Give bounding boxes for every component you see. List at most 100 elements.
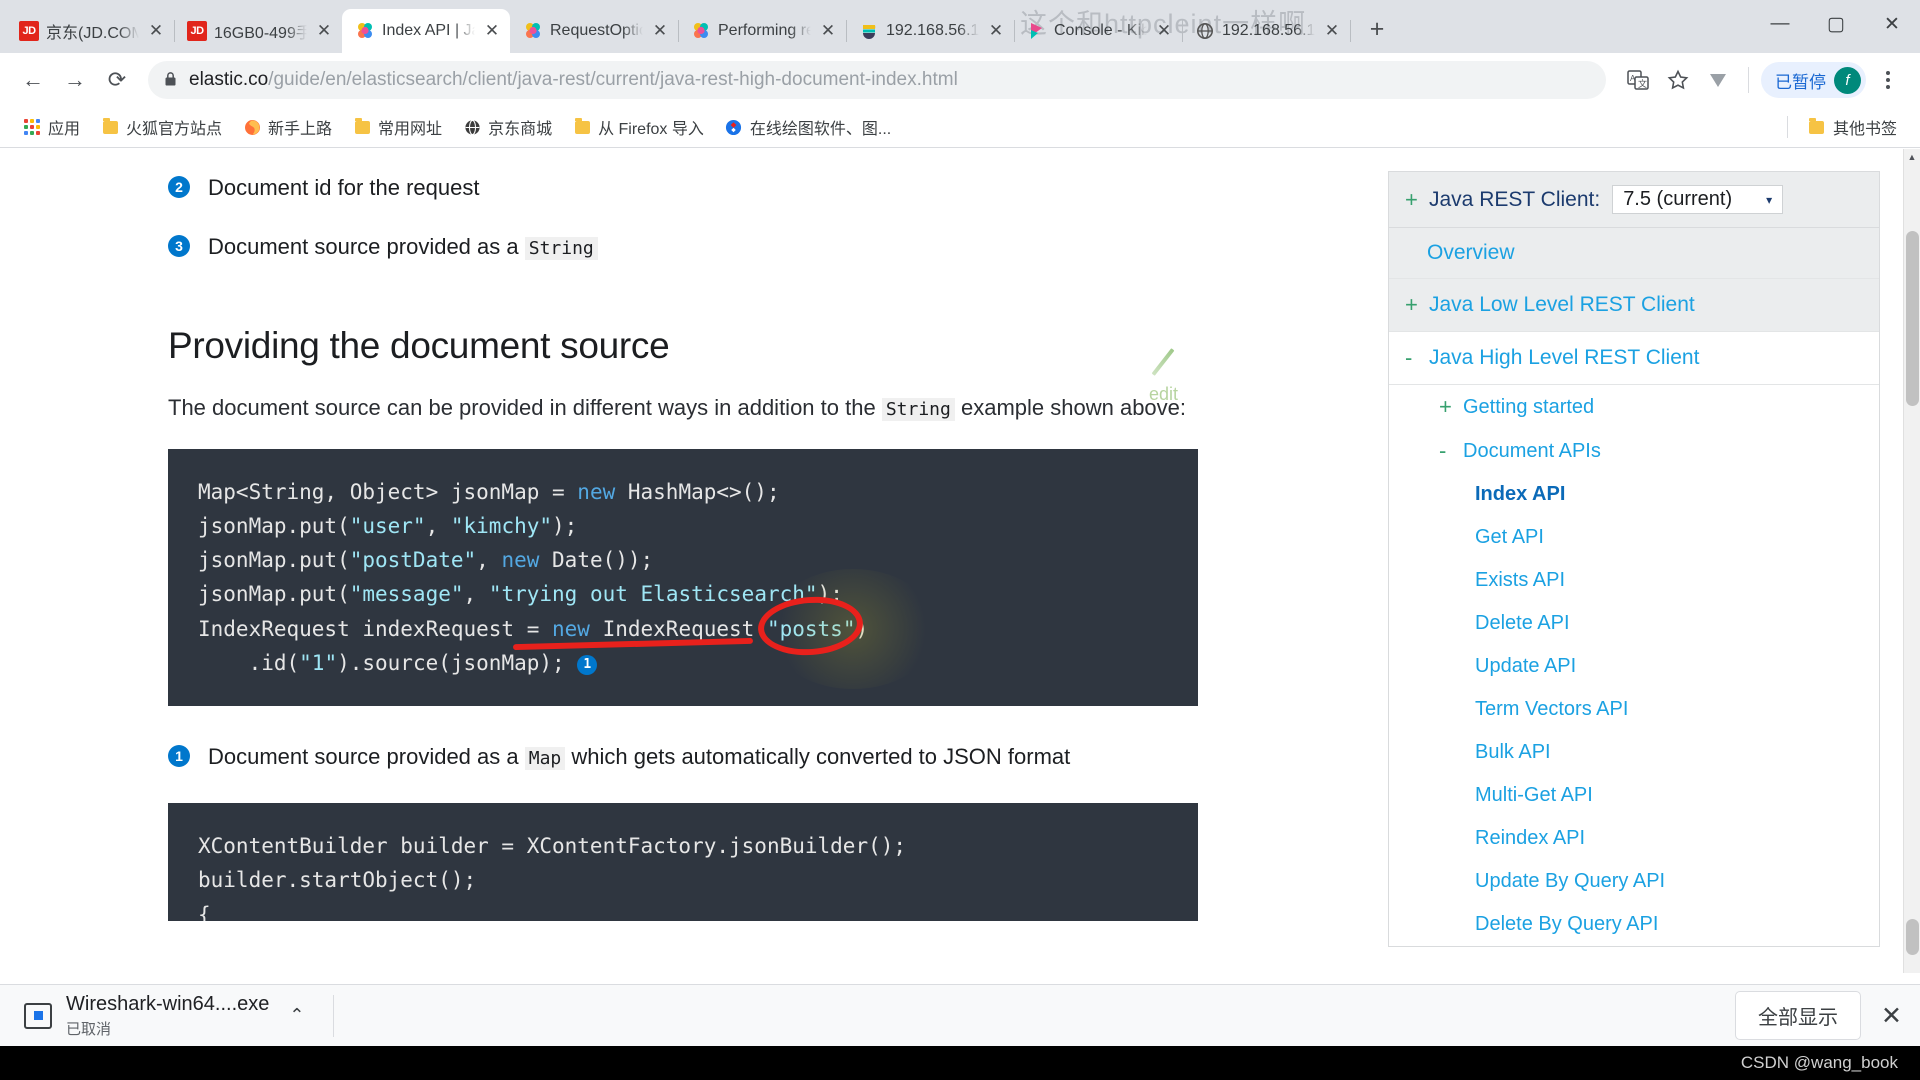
close-icon[interactable]: ✕ [1881, 1001, 1906, 1031]
close-icon[interactable]: ✕ [1154, 21, 1174, 41]
elastic-icon [355, 21, 375, 41]
v-extension-icon[interactable] [1700, 62, 1736, 98]
sidebar-item-getting-started[interactable]: + Getting started [1389, 385, 1879, 429]
browser-tab-2-active[interactable]: Index API | Ja ✕ [342, 9, 510, 53]
forward-icon[interactable]: → [56, 61, 94, 99]
code-block-xcontentbuilder[interactable]: XContentBuilder builder = XContentFactor… [168, 803, 1198, 922]
show-all-downloads-button[interactable]: 全部显示 [1735, 991, 1862, 1040]
sidebar-item-label: Bulk API [1475, 741, 1551, 763]
sidebar-item-exists-api[interactable]: Exists API [1389, 559, 1879, 602]
sidebar-item-term-vectors-api[interactable]: Term Vectors API [1389, 688, 1879, 731]
close-icon[interactable]: ✕ [650, 21, 670, 41]
sidebar-item-label: Getting started [1463, 395, 1595, 418]
close-icon[interactable]: ✕ [818, 21, 838, 41]
collapse-minus-icon[interactable]: - [1405, 345, 1419, 371]
bookmark-jd-mall[interactable]: 京东商城 [454, 111, 561, 143]
collapse-minus-icon[interactable]: - [1439, 438, 1453, 464]
sidebar-item-label: Update By Query API [1475, 870, 1666, 892]
sidebar-item-document-apis[interactable]: - Document APIs [1389, 429, 1879, 473]
pencil-icon [1152, 348, 1175, 376]
sidebar-item-update-by-query-api[interactable]: Update By Query API [1389, 860, 1879, 903]
bookmark-label: 火狐官方站点 [126, 121, 223, 138]
reload-icon[interactable]: ⟳ [98, 61, 136, 99]
sidebar-item-label: Exists API [1475, 569, 1566, 591]
window-close-button[interactable]: ✕ [1864, 0, 1920, 48]
scrollbar-thumb[interactable] [1906, 231, 1919, 406]
elastic-icon [691, 21, 711, 41]
close-icon[interactable]: ✕ [1322, 21, 1342, 41]
star-icon[interactable] [1660, 62, 1696, 98]
sidebar-item-multi-get-api[interactable]: Multi-Get API [1389, 774, 1879, 817]
sidebar-item-reindex-api[interactable]: Reindex API [1389, 817, 1879, 860]
browser-tab-7[interactable]: 192.168.56.10 ✕ [1182, 9, 1351, 53]
close-icon[interactable]: ✕ [314, 21, 334, 41]
sidebar-item-delete-api[interactable]: Delete API [1389, 602, 1879, 645]
bookmark-import-from-firefox[interactable]: 从 Firefox 导入 [564, 111, 713, 143]
minimize-button[interactable]: — [1752, 0, 1808, 48]
browser-tab-1[interactable]: JD 16GB0-499手 ✕ [174, 9, 343, 53]
bookmark-common-sites[interactable]: 常用网址 [344, 111, 451, 143]
download-file-name: Wireshark-win64....exe [66, 992, 270, 1015]
sidebar-item-delete-by-query-api[interactable]: Delete By Query API [1389, 903, 1879, 946]
new-tab-button[interactable]: + [1360, 14, 1394, 48]
download-item[interactable]: Wireshark-win64....exe 已取消 ⌃ [14, 993, 305, 1039]
download-bar-right: 全部显示 ✕ [1735, 991, 1906, 1040]
version-dropdown[interactable]: 7.5 (current) ▾ [1612, 185, 1784, 214]
chevron-up-icon[interactable]: ⌃ [289, 1005, 304, 1026]
avatar[interactable]: f [1834, 66, 1861, 94]
browser-tab-3[interactable]: RequestOptic ✕ [510, 9, 679, 53]
page-scrollbar[interactable]: ▲ [1903, 149, 1920, 973]
code-callout-number: 1 [577, 654, 598, 675]
three-dots-menu-icon[interactable] [1870, 62, 1906, 98]
sidebar-item-overview[interactable]: Overview [1389, 228, 1879, 279]
address-bar[interactable]: elastic.co/guide/en/elasticsearch/client… [148, 61, 1606, 99]
browser-tab-4[interactable]: Performing re ✕ [678, 9, 847, 53]
expand-plus-icon[interactable]: + [1439, 394, 1453, 420]
translate-icon[interactable]: 文A [1620, 62, 1656, 98]
callout-text: Document source provided as a Map which … [208, 740, 1070, 773]
close-icon[interactable]: ✕ [146, 21, 166, 41]
sidebar-version-selector-row[interactable]: + Java REST Client: 7.5 (current) ▾ [1389, 172, 1879, 228]
jd-icon: JD [187, 21, 207, 41]
browser-tab-5[interactable]: 192.168.56.10 ✕ [846, 9, 1015, 53]
callout-text-after: which gets automatically converted to JS… [571, 744, 1071, 770]
svg-text:文: 文 [1638, 78, 1647, 89]
sidebar-item-get-api[interactable]: Get API [1389, 516, 1879, 559]
maximize-button[interactable]: ▢ [1808, 0, 1864, 48]
expand-plus-icon[interactable]: + [1405, 187, 1419, 213]
bookmark-firefox-official[interactable]: 火狐官方站点 [92, 111, 231, 143]
scrollbar-thumb-secondary[interactable] [1906, 919, 1919, 955]
sidebar-item-bulk-api[interactable]: Bulk API [1389, 731, 1879, 774]
sidebar-item-java-low-level-rest-client[interactable]: + Java Low Level REST Client [1389, 279, 1879, 332]
inline-code: String [524, 237, 598, 260]
code-line: jsonMap.put("user", "kimchy"); [198, 514, 578, 539]
apps-grid-icon [23, 118, 41, 136]
code-block-jsonmap[interactable]: Map<String, Object> jsonMap = new HashMa… [168, 448, 1198, 707]
bookmark-apps[interactable]: 应用 [14, 111, 89, 143]
profile-chip[interactable]: 已暂停 f [1761, 62, 1866, 98]
sidebar-item-java-high-level-rest-client[interactable]: - Java High Level REST Client [1389, 332, 1879, 385]
bookmark-other-bookmarks[interactable]: 其他书签 [1799, 111, 1906, 143]
close-icon[interactable]: ✕ [482, 21, 502, 41]
expand-plus-icon[interactable]: + [1405, 292, 1419, 318]
profile-status-label: 已暂停 [1775, 72, 1826, 92]
sidebar-item-label: Get API [1475, 526, 1544, 548]
bookmark-online-diagram[interactable]: 在线绘图软件、图... [716, 111, 900, 143]
sidebar-item-update-api[interactable]: Update API [1389, 645, 1879, 688]
chevron-down-icon: ▾ [1766, 192, 1773, 207]
scroll-up-arrow-icon[interactable]: ▲ [1904, 149, 1920, 166]
browser-tab-6[interactable]: Console - Kib ✕ [1014, 9, 1183, 53]
sidebar-item-index-api[interactable]: Index API [1389, 473, 1879, 516]
close-icon[interactable]: ✕ [986, 21, 1006, 41]
sidebar-item-label: Term Vectors API [1475, 698, 1629, 720]
back-icon[interactable]: ← [14, 61, 52, 99]
elasticsearch-icon [859, 21, 879, 41]
bookmark-label: 应用 [48, 121, 81, 138]
tab-strip: 这个和httpcleint一样啊 JD 京东(JD.COM) ✕ JD 16GB… [0, 0, 1920, 53]
browser-tab-0[interactable]: JD 京东(JD.COM) ✕ [6, 9, 175, 53]
download-divider [332, 994, 334, 1037]
jd-icon: JD [19, 21, 39, 41]
browser-window: 这个和httpcleint一样啊 JD 京东(JD.COM) ✕ JD 16GB… [0, 0, 1920, 1080]
edit-link[interactable]: edit [1149, 346, 1178, 405]
bookmark-getting-started[interactable]: 新手上路 [234, 111, 341, 143]
